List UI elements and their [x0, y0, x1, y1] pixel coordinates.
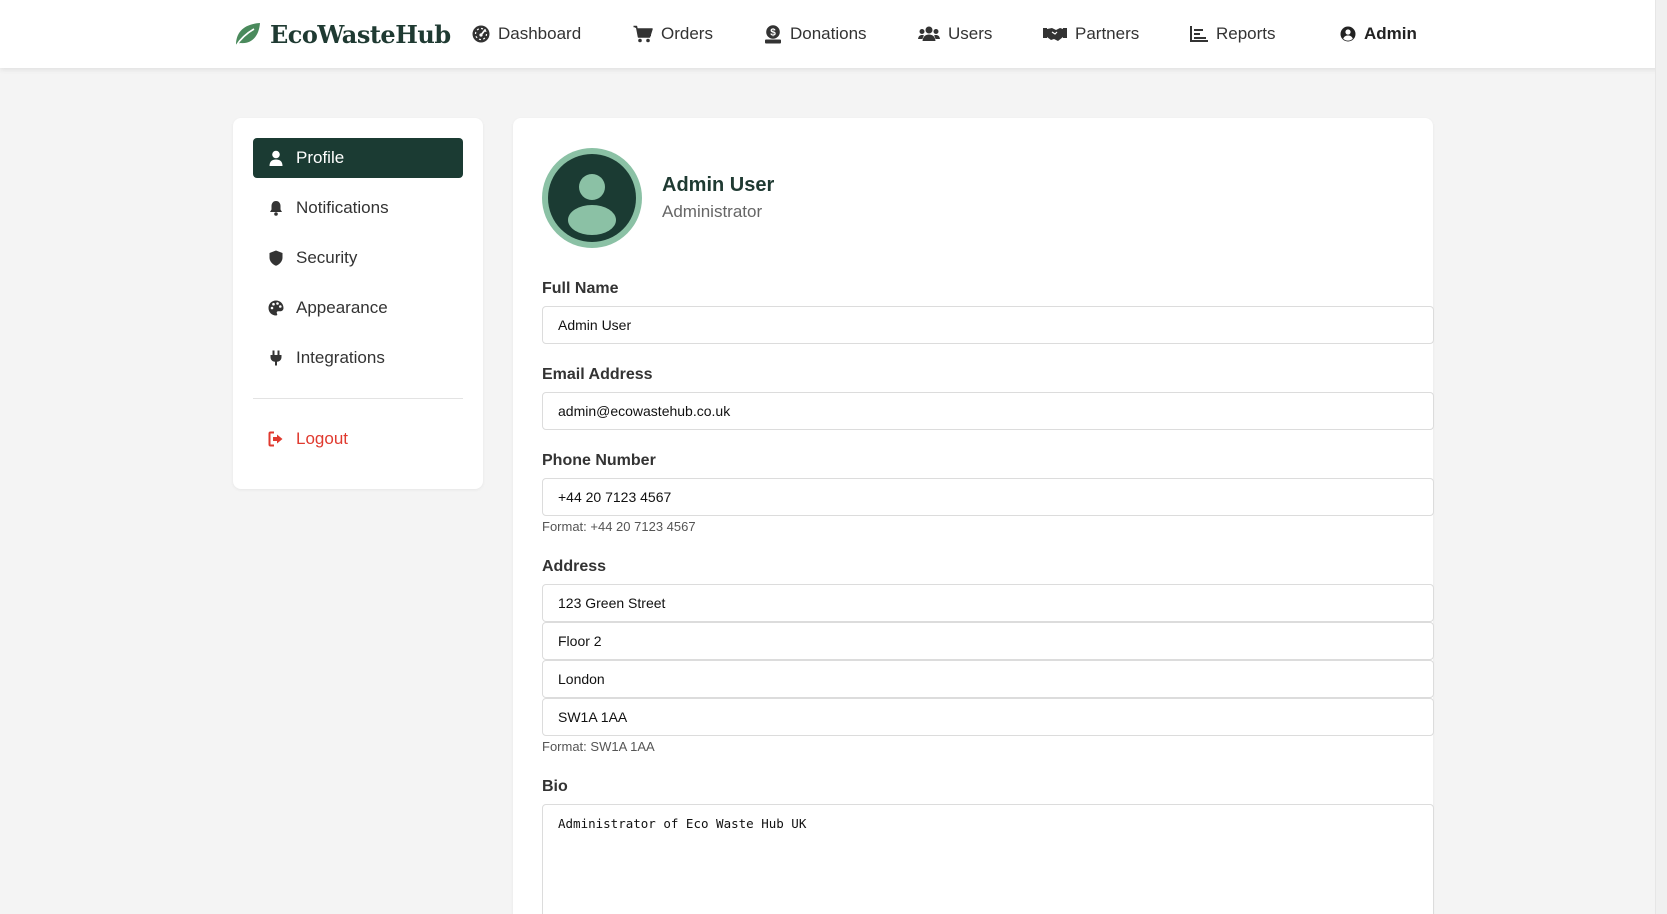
bell-icon	[270, 201, 282, 216]
donation-icon: $	[765, 24, 781, 43]
chart-icon	[1190, 26, 1208, 42]
full-name-field[interactable]	[542, 306, 1434, 344]
user-avatar-icon	[548, 154, 636, 242]
sidebar-item-label: Appearance	[296, 298, 388, 317]
full-name-label: Full Name	[542, 280, 619, 297]
sidebar-divider	[253, 398, 463, 399]
address-line2-field[interactable]	[542, 622, 1434, 660]
nav-orders-label: Orders	[661, 24, 713, 43]
nav-partners-label: Partners	[1075, 24, 1140, 43]
nav-dashboard[interactable]: Dashboard	[472, 22, 581, 46]
nav-users-label: Users	[948, 24, 993, 43]
profile-role: Administrator	[662, 202, 763, 221]
brand-logo[interactable]: EcoWasteHub	[232, 18, 451, 50]
nav-admin-account[interactable]: Admin	[1340, 22, 1417, 46]
email-field[interactable]	[542, 392, 1434, 430]
logout-icon	[268, 431, 283, 447]
shield-icon	[269, 250, 283, 266]
sidebar-item-integrations[interactable]: Integrations	[253, 338, 463, 378]
address-line1-field[interactable]	[542, 584, 1434, 622]
handshake-icon	[1043, 28, 1067, 41]
sidebar-item-logout[interactable]: Logout	[253, 419, 463, 459]
palette-icon	[268, 300, 284, 316]
nav-partners[interactable]: Partners	[1043, 22, 1139, 46]
sidebar-item-label: Logout	[296, 429, 348, 448]
nav-donations[interactable]: $ Donations	[764, 22, 867, 46]
phone-format-hint: Format: +44 20 7123 4567	[542, 519, 696, 534]
leaf-icon	[235, 23, 260, 47]
sidebar-item-appearance[interactable]: Appearance	[253, 288, 463, 328]
nav-reports-label: Reports	[1216, 24, 1276, 43]
avatar[interactable]	[542, 148, 642, 248]
profile-panel: Admin User Administrator Full Name Email…	[513, 118, 1434, 914]
profile-name: Admin User	[662, 174, 775, 196]
settings-sidebar: Profile Notifications Security Appearanc…	[233, 118, 483, 489]
sidebar-item-security[interactable]: Security	[253, 238, 463, 278]
address-postcode-field[interactable]	[542, 698, 1434, 736]
nav-users[interactable]: Users	[918, 22, 992, 46]
brand-name: EcoWasteHub	[270, 19, 451, 49]
bio-field[interactable]: Administrator of Eco Waste Hub UK	[542, 804, 1434, 914]
sidebar-item-label: Profile	[296, 148, 345, 167]
postcode-format-hint: Format: SW1A 1AA	[542, 739, 655, 754]
sidebar-item-label: Integrations	[296, 348, 385, 367]
sidebar-item-profile[interactable]: Profile	[253, 138, 463, 178]
nav-donations-label: Donations	[790, 24, 867, 43]
phone-field[interactable]	[542, 478, 1434, 516]
bio-label: Bio	[542, 778, 568, 795]
top-navbar: EcoWasteHub Dashboard Orders $ Donations	[0, 0, 1667, 68]
sidebar-item-notifications[interactable]: Notifications	[253, 188, 463, 228]
address-city-field[interactable]	[542, 660, 1434, 698]
email-label: Email Address	[542, 366, 653, 383]
nav-orders[interactable]: Orders	[633, 22, 713, 46]
address-label: Address	[542, 558, 607, 575]
cart-icon	[633, 25, 653, 43]
gauge-icon	[472, 25, 490, 43]
user-icon	[269, 150, 283, 166]
plug-icon	[270, 350, 282, 366]
svg-text:$: $	[770, 27, 776, 38]
users-icon	[918, 26, 940, 41]
nav-reports[interactable]: Reports	[1190, 22, 1276, 46]
nav-dashboard-label: Dashboard	[498, 24, 582, 43]
phone-label: Phone Number	[542, 452, 656, 469]
user-circle-icon	[1340, 26, 1356, 42]
page-scrollbar[interactable]	[1655, 0, 1667, 914]
nav-admin-label: Admin	[1364, 24, 1417, 43]
sidebar-item-label: Security	[296, 248, 358, 267]
sidebar-item-label: Notifications	[296, 198, 389, 217]
